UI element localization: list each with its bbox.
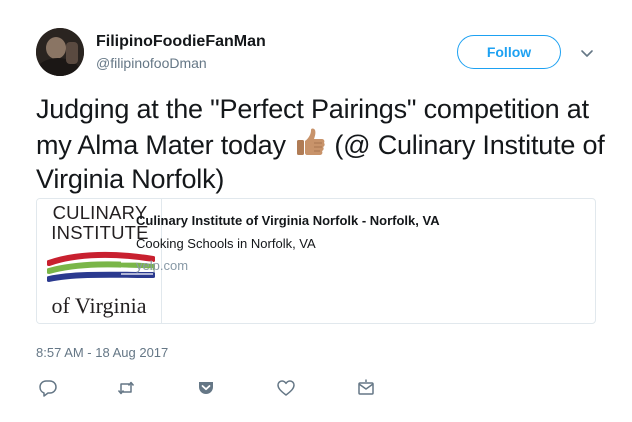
card-title[interactable]: Culinary Institute of Virginia Norfolk -… — [136, 213, 440, 228]
tweet-timestamp[interactable]: 8:57 AM - 18 Aug 2017 — [36, 345, 168, 360]
author-fullname[interactable]: FilipinoFoodieFanMan — [96, 33, 266, 51]
logo-text-bottom: of Virginia — [51, 293, 147, 318]
reply-icon[interactable] — [38, 378, 58, 398]
tweet-text: Judging at the "Perfect Pairings" compet… — [36, 92, 606, 196]
retweet-icon[interactable] — [116, 378, 136, 398]
like-icon[interactable] — [276, 378, 296, 398]
chevron-down-icon[interactable] — [578, 44, 596, 62]
author-username[interactable]: @filipinofooDman — [96, 55, 207, 71]
direct-message-icon[interactable] — [356, 378, 376, 398]
tweet: FilipinoFoodieFanMan @filipinofooDman Fo… — [0, 0, 632, 422]
card-description: Cooking Schools in Norfolk, VA — [136, 236, 316, 251]
follow-button[interactable]: Follow — [457, 35, 561, 69]
thumbs-up-icon — [293, 126, 327, 160]
card-domain: yelp.com — [136, 258, 189, 273]
pocket-icon[interactable] — [196, 378, 216, 398]
avatar[interactable] — [36, 28, 84, 76]
